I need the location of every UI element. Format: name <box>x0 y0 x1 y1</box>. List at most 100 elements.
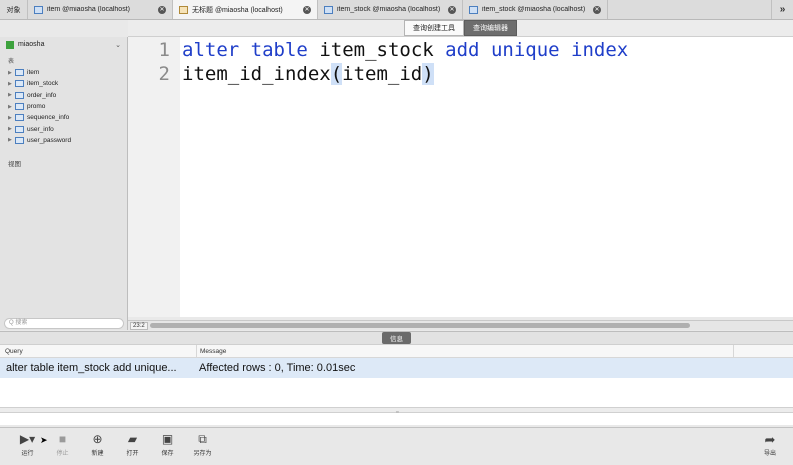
expand-icon[interactable]: ▶ <box>8 126 15 132</box>
matched-bracket: ) <box>422 63 434 85</box>
expand-icon[interactable]: ▶ <box>8 92 15 98</box>
code-token: item_id_index <box>182 63 331 85</box>
expand-icon[interactable]: ▶ <box>8 104 15 110</box>
results-panel: Query Message alter table item_stock add… <box>0 345 793 425</box>
results-header: Query Message <box>0 345 793 358</box>
tree-item-sequence-info[interactable]: ▶ sequence_info <box>0 112 127 123</box>
stop-label: 停止 <box>56 451 69 457</box>
table-icon <box>15 136 24 144</box>
expand-icon[interactable]: ▶ <box>8 115 15 121</box>
tab-label: item_stock @miaosha (localhost) <box>337 6 441 13</box>
table-name: sequence_info <box>27 114 70 122</box>
query-builder-button[interactable]: 查询创建工具 <box>404 20 464 36</box>
more-tabs-button[interactable]: » <box>771 0 793 19</box>
table-icon <box>15 103 24 111</box>
tab-item-stock-2[interactable]: item_stock @miaosha (localhost) ✕ <box>463 0 608 19</box>
query-mode-toggle: 查询创建工具 查询编辑器 <box>128 20 793 37</box>
horizontal-scrollbar[interactable] <box>150 323 690 328</box>
table-icon <box>15 80 24 88</box>
table-icon <box>469 5 478 14</box>
close-icon[interactable]: ✕ <box>448 5 456 14</box>
stop-button[interactable]: ■ 停止 <box>45 428 80 457</box>
sidebar-search-input[interactable]: Q 搜索 <box>4 318 124 329</box>
info-tab[interactable]: 信息 <box>382 332 411 344</box>
views-section-label: 视图 <box>8 161 21 169</box>
database-selector[interactable]: miaosha ⌄ <box>0 37 127 52</box>
tree-item-user-password[interactable]: ▶ user_password <box>0 135 127 146</box>
expand-icon[interactable]: ▶ <box>8 137 15 143</box>
table-name: promo <box>27 103 46 111</box>
save-as-button[interactable]: ⧉ 另存为 <box>185 428 220 457</box>
table-row[interactable]: alter table item_stock add unique... Aff… <box>0 358 793 378</box>
tab-item-stock[interactable]: item_stock @miaosha (localhost) ✕ <box>318 0 463 19</box>
tree-item-item[interactable]: ▶ item <box>0 67 127 78</box>
open-button[interactable]: ▰ 打开 <box>115 428 150 457</box>
column-header-query[interactable]: Query <box>0 345 197 357</box>
new-button[interactable]: ⊕ 新建 <box>80 428 115 457</box>
expand-icon[interactable]: ▶ <box>8 81 15 87</box>
bottom-toolbar: ▶▾ 运行 ■ 停止 ⊕ 新建 ▰ 打开 ▣ 保存 ⧉ 另存为 ➦ 导出 <box>0 427 793 465</box>
panel-splitter[interactable]: ═ <box>0 407 793 414</box>
expand-icon[interactable]: ▶ <box>8 70 15 76</box>
code-line-2[interactable]: item_id_index(item_id) <box>182 63 434 85</box>
sql-editor[interactable]: 1 2 alter table item_stock add unique in… <box>128 37 793 317</box>
sql-keyword: add <box>445 39 480 61</box>
editor-status-bar: 23:2 <box>128 320 793 330</box>
result-tab-bar: 信息 <box>0 331 793 345</box>
query-editor-button[interactable]: 查询编辑器 <box>464 20 517 36</box>
column-header-message[interactable]: Message <box>197 345 734 357</box>
sql-keyword: unique <box>490 39 560 61</box>
tree-item-promo[interactable]: ▶ promo <box>0 101 127 112</box>
close-icon[interactable]: ✕ <box>303 5 311 14</box>
tab-item[interactable]: item @miaosha (localhost) ✕ <box>28 0 173 19</box>
table-icon <box>34 5 43 14</box>
save-button[interactable]: ▣ 保存 <box>150 428 185 457</box>
table-name: item <box>27 69 40 77</box>
database-icon <box>6 40 14 49</box>
object-sidebar: miaosha ⌄ 表 ▶ item ▶ item_stock ▶ order_inf… <box>0 37 128 330</box>
database-name: miaosha <box>18 41 45 48</box>
table-name: item_stock <box>27 80 59 88</box>
table-icon <box>15 91 24 99</box>
message-cell: Affected rows : 0, Time: 0.01sec <box>199 362 356 374</box>
table-name: user_info <box>27 125 54 133</box>
empty-row <box>0 378 793 398</box>
export-button[interactable]: ➦ 导出 <box>755 432 785 457</box>
open-label: 打开 <box>126 451 139 457</box>
tab-label: item @miaosha (localhost) <box>47 6 130 13</box>
chevron-down-icon: ⌄ <box>115 41 121 49</box>
code-token: item_stock <box>319 39 434 61</box>
table-icon <box>15 69 24 77</box>
objects-tab-label: 对象 <box>6 6 21 14</box>
run-label: 运行 <box>21 451 34 457</box>
tables-section-label: 表 <box>8 59 15 65</box>
query-cell: alter table item_stock add unique... <box>6 362 177 374</box>
matched-bracket: ( <box>330 63 343 85</box>
line-number: 2 <box>158 63 170 85</box>
tree-item-item-stock[interactable]: ▶ item_stock <box>0 78 127 89</box>
export-label: 导出 <box>763 451 776 457</box>
tab-untitled-query[interactable]: 无标题 @miaosha (localhost) ✕ <box>173 0 318 19</box>
cursor-position: 23:2 <box>130 322 148 330</box>
query-icon <box>179 5 188 14</box>
grip-icon: ═ <box>396 409 399 414</box>
table-name: order_info <box>27 91 57 99</box>
tab-label: item_stock @miaosha (localhost) <box>482 6 586 13</box>
code-line-1[interactable]: alter table item_stock add unique index <box>182 39 628 61</box>
sql-keyword: index <box>571 39 629 61</box>
tree-item-order-info[interactable]: ▶ order_info <box>0 90 127 101</box>
save-label: 保存 <box>161 451 174 457</box>
close-icon[interactable]: ✕ <box>593 5 601 14</box>
tab-label: 无标题 @miaosha (localhost) <box>192 6 283 14</box>
plus-circle-icon: ⊕ <box>92 432 103 446</box>
table-icon <box>15 114 24 122</box>
objects-tab[interactable]: 对象 <box>0 0 28 19</box>
close-icon[interactable]: ✕ <box>158 5 166 14</box>
tree-item-user-info[interactable]: ▶ user_info <box>0 123 127 134</box>
line-number: 1 <box>158 39 170 61</box>
